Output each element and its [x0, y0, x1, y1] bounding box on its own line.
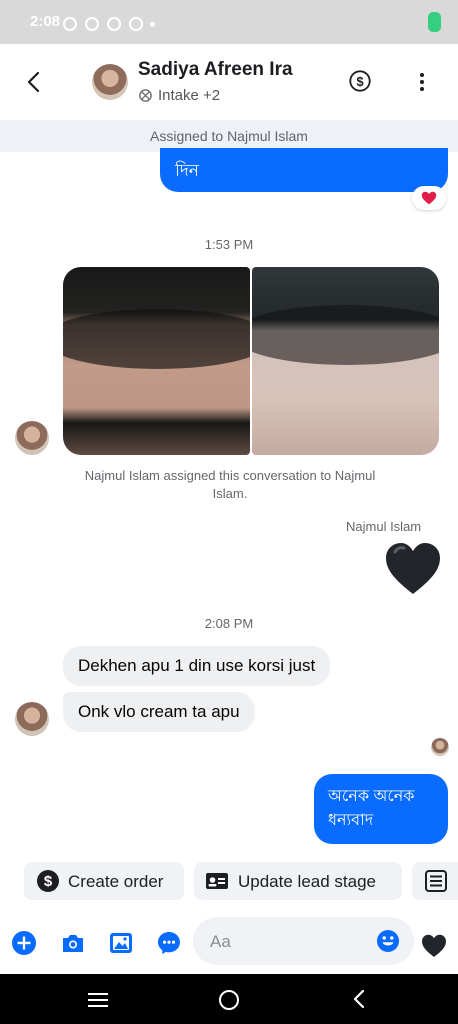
- outgoing-message-bubble[interactable]: [160, 148, 448, 192]
- status-dot-icon: [150, 22, 155, 27]
- home-icon[interactable]: [219, 990, 239, 1010]
- timestamp-divider: 1:53 PM: [204, 237, 254, 252]
- back-icon[interactable]: [24, 69, 46, 95]
- label-icon: [139, 89, 152, 102]
- contact-card-icon: [206, 873, 228, 889]
- battery-icon: [428, 12, 441, 32]
- create-order-button[interactable]: $ Create order: [24, 862, 184, 900]
- system-back-icon[interactable]: [352, 989, 366, 1009]
- outgoing-message-text: দিন: [175, 161, 199, 180]
- incoming-message[interactable]: Dekhen apu 1 din use korsi just: [63, 646, 331, 686]
- outgoing-message-text: অনেক অনেক ধন্যবাদ: [328, 788, 415, 829]
- contact-avatar-small[interactable]: [15, 702, 49, 736]
- gallery-icon[interactable]: [108, 930, 134, 956]
- add-icon[interactable]: [11, 930, 37, 956]
- conversation-header: Sadiya Afreen Ira Intake +2 $: [0, 44, 458, 120]
- svg-text:$: $: [356, 74, 364, 89]
- timestamp-divider: 2:08 PM: [204, 616, 254, 631]
- lead-labels[interactable]: Intake +2: [158, 87, 220, 104]
- create-order-label: Create order: [68, 872, 164, 891]
- incoming-message[interactable]: Onk vlo cream ta apu: [63, 692, 255, 732]
- message-reaction[interactable]: [412, 186, 446, 210]
- update-lead-stage-label: Update lead stage: [238, 872, 376, 891]
- chat-bubble-icon[interactable]: [156, 930, 182, 956]
- recent-apps-icon[interactable]: [88, 993, 108, 1007]
- notes-icon: [425, 870, 447, 892]
- message-input[interactable]: [208, 929, 372, 955]
- contact-avatar-small[interactable]: [15, 421, 49, 455]
- dollar-circle-icon: $: [37, 870, 59, 892]
- shared-photo[interactable]: [252, 267, 439, 455]
- more-icon[interactable]: [419, 72, 425, 92]
- notification-icon: [129, 17, 143, 31]
- black-heart-emoji[interactable]: [385, 542, 441, 596]
- message-composer[interactable]: [193, 917, 414, 965]
- contact-name[interactable]: Sadiya Afreen Ira: [138, 59, 293, 81]
- more-quick-action-button[interactable]: [412, 862, 458, 900]
- contact-avatar[interactable]: [92, 64, 128, 100]
- assignment-notice: Najmul Islam assigned this conversation …: [84, 468, 376, 501]
- lead-label-count: +2: [203, 87, 221, 104]
- notification-icon: [63, 17, 77, 31]
- shared-photo[interactable]: [63, 267, 250, 455]
- notification-icon: [107, 17, 121, 31]
- update-lead-stage-button[interactable]: Update lead stage: [194, 862, 402, 900]
- dollar-icon[interactable]: $: [349, 70, 371, 92]
- notification-icon: [85, 17, 99, 31]
- heart-send-icon[interactable]: [421, 934, 447, 958]
- assigned-banner-text: Assigned to Najmul Islam: [150, 128, 308, 144]
- emoji-icon[interactable]: [376, 929, 400, 953]
- camera-icon[interactable]: [60, 930, 86, 956]
- svg-text:$: $: [44, 873, 53, 890]
- seen-indicator-avatar: [431, 738, 449, 756]
- heart-reaction-icon: [421, 191, 437, 205]
- lead-label-intake: Intake: [158, 87, 199, 104]
- sender-name: Najmul Islam: [346, 519, 422, 534]
- status-time: 2:08: [30, 13, 61, 30]
